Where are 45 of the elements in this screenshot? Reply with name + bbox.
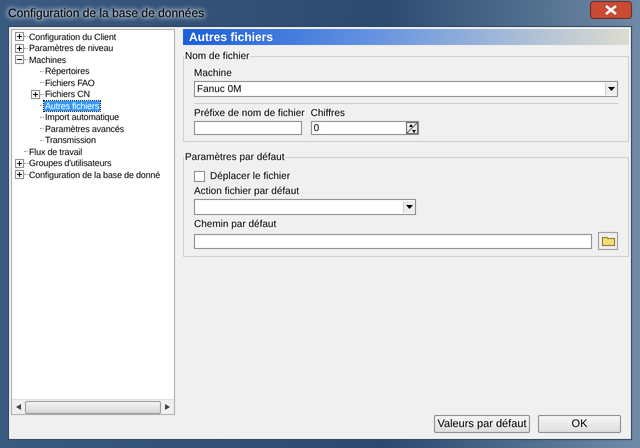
expand-icon[interactable] <box>15 158 24 168</box>
dropdown-arrow-icon <box>406 205 413 209</box>
machine-dropdown[interactable]: Fanuc 0M <box>194 81 618 97</box>
field-label: Chiffres <box>310 108 346 119</box>
tree-item[interactable]: Machines <box>28 54 67 65</box>
tree-item[interactable]: Répertoires <box>44 66 90 76</box>
field-label: Préfixe de nom de fichier <box>194 108 305 119</box>
window-title: Configuration de la base de données <box>8 6 204 20</box>
close-icon[interactable] <box>590 1 632 19</box>
browse-button[interactable] <box>598 232 618 250</box>
tree-item[interactable]: Fichiers CN <box>44 89 91 100</box>
tree-item[interactable]: Configuration de la base de donné <box>28 170 162 180</box>
digits-spinbox[interactable]: 0 <box>310 121 419 135</box>
tree-item[interactable]: Fichiers FAO <box>44 78 96 88</box>
scroll-left-icon[interactable] <box>16 404 21 410</box>
expand-icon[interactable] <box>15 170 24 180</box>
collapse-icon[interactable] <box>15 55 24 64</box>
field-label: Machine <box>194 68 233 79</box>
action-dropdown[interactable] <box>194 199 416 215</box>
tree-item[interactable]: Flux de travail <box>28 146 84 157</box>
group-title: Paramètres par défaut <box>184 152 286 163</box>
defaults-button[interactable]: Valeurs par défaut <box>434 415 530 433</box>
ok-button[interactable]: OK <box>538 415 621 433</box>
path-input[interactable] <box>194 234 592 248</box>
folder-icon <box>602 236 614 246</box>
checkbox[interactable] <box>194 171 205 182</box>
expand-icon[interactable] <box>31 90 40 99</box>
tree-item[interactable]: Import automatique <box>44 112 120 122</box>
tree-item[interactable]: Groupes d'utilisateurs <box>28 158 112 168</box>
dropdown-arrow-icon <box>608 87 615 91</box>
checkbox-label: Déplacer le fichier <box>210 171 290 182</box>
tree-item[interactable]: Configuration du Client <box>28 32 117 42</box>
field-label: Action fichier par défaut <box>194 186 300 197</box>
group-title: Nom de fichier <box>184 51 250 62</box>
expand-icon[interactable] <box>15 44 24 53</box>
horizontal-scrollbar[interactable] <box>12 399 174 414</box>
scroll-right-icon[interactable] <box>165 404 170 410</box>
prefix-input[interactable] <box>194 121 302 135</box>
tree-item[interactable]: Paramètres de niveau <box>28 43 114 54</box>
field-label: Chemin par défaut <box>194 219 278 230</box>
expand-icon[interactable] <box>15 32 24 42</box>
panel-title: Autres fichiers <box>189 30 274 44</box>
tree-item[interactable]: Paramètres avancés <box>44 124 125 134</box>
spin-arrows-icon[interactable] <box>406 122 418 134</box>
tree-item[interactable]: Transmission <box>44 135 97 146</box>
